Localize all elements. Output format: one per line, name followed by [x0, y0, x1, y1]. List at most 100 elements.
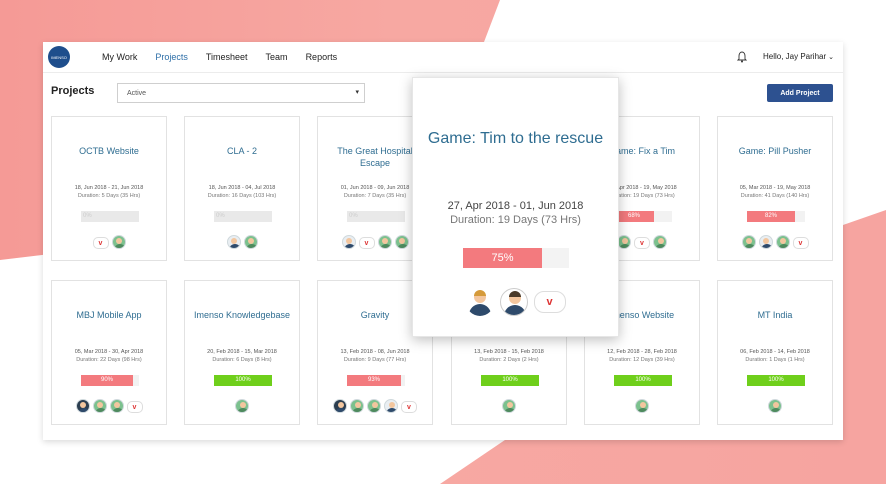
v-logo-icon: v	[358, 237, 375, 249]
project-dates: 20, Feb 2018 - 15, Mar 2018	[207, 349, 277, 355]
project-dates: 18, Jun 2018 - 21, Jun 2018	[74, 185, 144, 191]
status-filter-select[interactable]: Active ▾	[117, 83, 365, 103]
progress-bar: 90%	[81, 375, 139, 386]
nav-my-work[interactable]: My Work	[102, 52, 137, 62]
project-duration: Duration: 19 Days (73 Hrs)	[450, 214, 581, 226]
project-duration: Duration: 41 Days (140 Hrs)	[740, 193, 810, 199]
project-card[interactable]: Imenso Knowledgebase 20, Feb 2018 - 15, …	[184, 280, 300, 425]
progress-bar: 0%	[81, 211, 139, 222]
project-dates: 13, Feb 2018 - 15, Feb 2018	[474, 349, 544, 355]
status-filter-value: Active	[127, 90, 147, 97]
progress-bar: 100%	[747, 375, 805, 386]
project-title[interactable]: Game: Pill Pusher	[722, 145, 828, 157]
project-title[interactable]: Imenso Knowledgebase	[189, 309, 295, 321]
progress-fill: 93%	[347, 375, 401, 386]
progress-bar: 0%	[214, 211, 272, 222]
top-nav: IMENSO My Work Projects Timesheet Team R…	[43, 42, 843, 73]
avatar[interactable]	[111, 235, 126, 249]
logo[interactable]: IMENSO	[48, 46, 70, 68]
progress-bar: 100%	[481, 375, 539, 386]
progress-fill: 68%	[614, 211, 654, 222]
avatar[interactable]	[465, 288, 494, 316]
progress-fill: 75%	[463, 248, 542, 268]
progress-bar: 75%	[463, 248, 569, 268]
add-project-button[interactable]: Add Project	[767, 84, 833, 102]
project-title[interactable]: CLA - 2	[189, 145, 295, 157]
team-avatars	[185, 235, 299, 249]
project-card[interactable]: OCTB Website 18, Jun 2018 - 21, Jun 2018…	[51, 116, 167, 261]
page-title: Projects	[51, 85, 95, 97]
team-avatars	[185, 399, 299, 413]
v-logo-icon: v	[92, 237, 109, 249]
avatar[interactable]	[367, 399, 381, 413]
avatar[interactable]	[384, 399, 398, 413]
project-dates: 13, Feb 2018 - 08, Jun 2018	[340, 349, 410, 355]
progress-fill: 100%	[481, 375, 539, 386]
project-card[interactable]: CLA - 2 18, Jun 2018 - 04, Jul 2018 Dura…	[184, 116, 300, 261]
progress-bar: 93%	[347, 375, 405, 386]
team-avatars: v	[318, 399, 432, 413]
avatar[interactable]	[333, 399, 347, 413]
v-logo-icon: v	[792, 237, 809, 249]
team-avatars: v	[52, 399, 166, 413]
avatar[interactable]	[341, 235, 356, 249]
nav-projects[interactable]: Projects	[155, 52, 188, 62]
project-duration: Duration: 16 Days (103 Hrs)	[207, 193, 277, 199]
nav-items: My Work Projects Timesheet Team Reports	[102, 52, 355, 62]
avatar[interactable]	[377, 235, 392, 249]
caret-down-icon: ▾	[355, 89, 359, 96]
avatar[interactable]	[502, 399, 516, 413]
avatar[interactable]	[109, 399, 124, 413]
progress-fill: 0%	[81, 211, 139, 222]
progress-bar: 68%	[614, 211, 672, 222]
v-logo-icon: v	[401, 401, 417, 413]
progress-fill: 100%	[614, 375, 672, 386]
progress-bar: 100%	[614, 375, 672, 386]
project-duration: Duration: 1 Days (1 Hrs)	[745, 357, 805, 363]
project-card-expanded[interactable]: Game: Tim to the rescue 27, Apr 2018 - 0…	[412, 77, 619, 337]
avatar[interactable]	[635, 399, 649, 413]
avatar[interactable]	[617, 235, 631, 249]
avatar[interactable]	[92, 399, 107, 413]
team-avatars: v	[52, 235, 166, 249]
avatar[interactable]	[768, 399, 782, 413]
team-avatars: v	[718, 235, 832, 249]
avatar[interactable]	[775, 235, 790, 249]
project-dates: 06, Feb 2018 - 14, Feb 2018	[740, 349, 810, 355]
progress-fill: 90%	[81, 375, 133, 386]
avatar[interactable]	[226, 235, 241, 249]
project-card[interactable]: MBJ Mobile App 05, Mar 2018 - 30, Apr 20…	[51, 280, 167, 425]
project-duration: Duration: 5 Days (35 Hrs)	[77, 193, 141, 199]
user-menu[interactable]: Hello, Jay Parihar ⌄	[763, 52, 834, 61]
nav-timesheet[interactable]: Timesheet	[206, 52, 248, 62]
avatar[interactable]	[653, 235, 667, 249]
team-avatars: v	[413, 288, 618, 316]
project-title[interactable]: MBJ Mobile App	[56, 309, 162, 321]
project-title[interactable]: MT India	[722, 309, 828, 321]
progress-bar: 0%	[347, 211, 405, 222]
avatar[interactable]	[243, 235, 258, 249]
project-title[interactable]: OCTB Website	[56, 145, 162, 157]
avatar[interactable]	[758, 235, 773, 249]
project-duration: Duration: 2 Days (2 Hrs)	[479, 357, 539, 363]
progress-fill: 100%	[214, 375, 272, 386]
avatar[interactable]	[499, 288, 528, 316]
project-dates: 05, Mar 2018 - 30, Apr 2018	[74, 349, 144, 355]
progress-fill: 82%	[747, 211, 795, 222]
avatar[interactable]	[235, 399, 249, 413]
project-dates: 05, Mar 2018 - 19, May 2018	[739, 185, 811, 191]
avatar[interactable]	[350, 399, 364, 413]
nav-team[interactable]: Team	[266, 52, 288, 62]
project-duration: Duration: 6 Days (8 Hrs)	[212, 357, 272, 363]
nav-reports[interactable]: Reports	[306, 52, 338, 62]
user-greeting: Hello, Jay Parihar	[763, 52, 827, 61]
avatar[interactable]	[394, 235, 409, 249]
progress-fill: 0%	[214, 211, 272, 222]
team-avatars	[718, 399, 832, 413]
project-title[interactable]: Game: Tim to the rescue	[423, 128, 608, 150]
project-card[interactable]: Game: Pill Pusher 05, Mar 2018 - 19, May…	[717, 116, 833, 261]
avatar[interactable]	[741, 235, 756, 249]
avatar[interactable]	[75, 399, 90, 413]
bell-icon[interactable]	[737, 51, 747, 63]
project-card[interactable]: MT India 06, Feb 2018 - 14, Feb 2018 Dur…	[717, 280, 833, 425]
